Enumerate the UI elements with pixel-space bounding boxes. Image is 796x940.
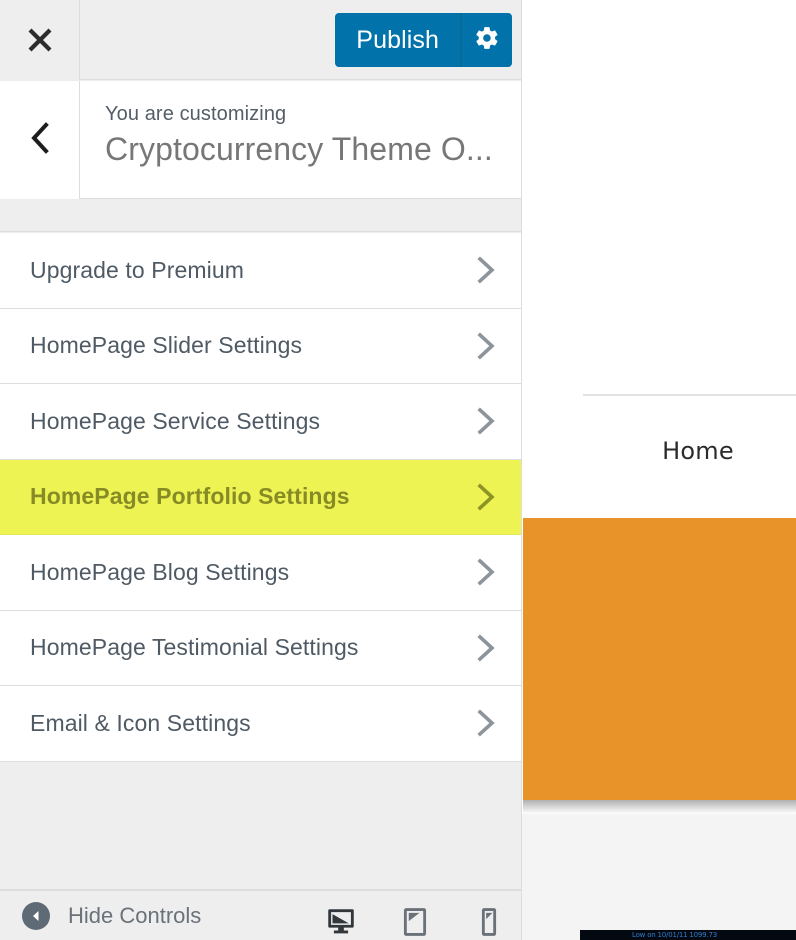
section-item-homepage-portfolio-settings[interactable]: HomePage Portfolio Settings bbox=[0, 459, 521, 535]
section-item-label: HomePage Testimonial Settings bbox=[30, 634, 359, 661]
customizing-eyebrow: You are customizing bbox=[105, 103, 287, 125]
customizer-topbar: Publish bbox=[0, 0, 521, 80]
section-item-homepage-service-settings[interactable]: HomePage Service Settings bbox=[0, 384, 521, 460]
publish-button[interactable]: Publish bbox=[335, 13, 460, 67]
tablet-icon bbox=[400, 905, 430, 940]
chevron-right-icon bbox=[475, 633, 497, 663]
back-button[interactable] bbox=[0, 81, 80, 199]
chevron-right-icon bbox=[475, 482, 497, 512]
chevron-right-icon bbox=[475, 557, 497, 587]
theme-preview-pane: Home Low on 10/01/11 1099.73 bbox=[522, 0, 796, 940]
customizer-header-text: You are customizing Cryptocurrency Theme… bbox=[105, 101, 511, 171]
device-preview-tablet-button[interactable] bbox=[395, 898, 435, 940]
preview-page: Home Low on 10/01/11 1099.73 bbox=[522, 0, 796, 940]
device-preview-mobile-button[interactable] bbox=[469, 898, 509, 940]
mobile-icon bbox=[478, 905, 500, 940]
publish-button-group: Publish bbox=[335, 13, 512, 67]
section-item-upgrade-to-premium[interactable]: Upgrade to Premium bbox=[0, 233, 521, 309]
preview-header-divider bbox=[583, 394, 796, 396]
customizer-footer: Hide Controls bbox=[0, 890, 521, 940]
section-item-label: HomePage Blog Settings bbox=[30, 558, 290, 585]
section-item-email-and-icon-settings[interactable]: Email & Icon Settings bbox=[0, 686, 521, 762]
section-item-homepage-blog-settings[interactable]: HomePage Blog Settings bbox=[0, 535, 521, 611]
publish-settings-button[interactable] bbox=[460, 13, 512, 67]
section-item-label: Email & Icon Settings bbox=[30, 709, 251, 736]
section-item-label: HomePage Service Settings bbox=[30, 407, 321, 434]
customizer-screen: Home Low on 10/01/11 1099.73 Publish You… bbox=[0, 0, 796, 940]
chevron-left-icon bbox=[27, 121, 53, 160]
collapse-left-arrow-icon bbox=[22, 901, 50, 930]
section-list-filler bbox=[0, 762, 521, 890]
section-item-label: HomePage Portfolio Settings bbox=[30, 483, 350, 510]
device-preview-buttons bbox=[321, 898, 509, 940]
chevron-right-icon bbox=[475, 406, 497, 436]
ticker-text: Low on 10/01/11 1099.73 bbox=[632, 931, 717, 939]
desktop-icon bbox=[324, 905, 358, 940]
chevron-right-icon bbox=[475, 708, 497, 738]
preview-crypto-ticker: Low on 10/01/11 1099.73 bbox=[580, 930, 796, 940]
close-icon bbox=[25, 25, 55, 55]
preview-hero-shadow bbox=[523, 800, 796, 814]
preview-hero-block bbox=[523, 518, 796, 800]
customizing-title: Cryptocurrency Theme O... bbox=[105, 131, 493, 167]
chevron-right-icon bbox=[475, 255, 497, 285]
chevron-right-icon bbox=[475, 331, 497, 361]
customizer-sidebar: Publish You are customizing Cryptocurren… bbox=[0, 0, 522, 940]
preview-lower-section bbox=[522, 814, 796, 940]
customizer-panel-header: You are customizing Cryptocurrency Theme… bbox=[0, 81, 521, 199]
hide-controls-label: Hide Controls bbox=[68, 902, 202, 928]
device-preview-desktop-button[interactable] bbox=[321, 898, 361, 940]
close-customizer-button[interactable] bbox=[0, 0, 80, 80]
gear-icon bbox=[474, 25, 500, 56]
section-item-label: HomePage Slider Settings bbox=[30, 332, 303, 359]
hide-controls-button[interactable]: Hide Controls bbox=[0, 901, 202, 930]
section-item-homepage-testimonial-settings[interactable]: HomePage Testimonial Settings bbox=[0, 610, 521, 686]
preview-nav: Home bbox=[522, 437, 796, 465]
preview-nav-link-home[interactable]: Home bbox=[662, 437, 734, 465]
section-item-label: Upgrade to Premium bbox=[30, 256, 244, 283]
section-item-homepage-slider-settings[interactable]: HomePage Slider Settings bbox=[0, 308, 521, 384]
panel-spacer bbox=[0, 200, 521, 232]
section-list: Upgrade to Premium HomePage Slider Setti… bbox=[0, 233, 521, 762]
